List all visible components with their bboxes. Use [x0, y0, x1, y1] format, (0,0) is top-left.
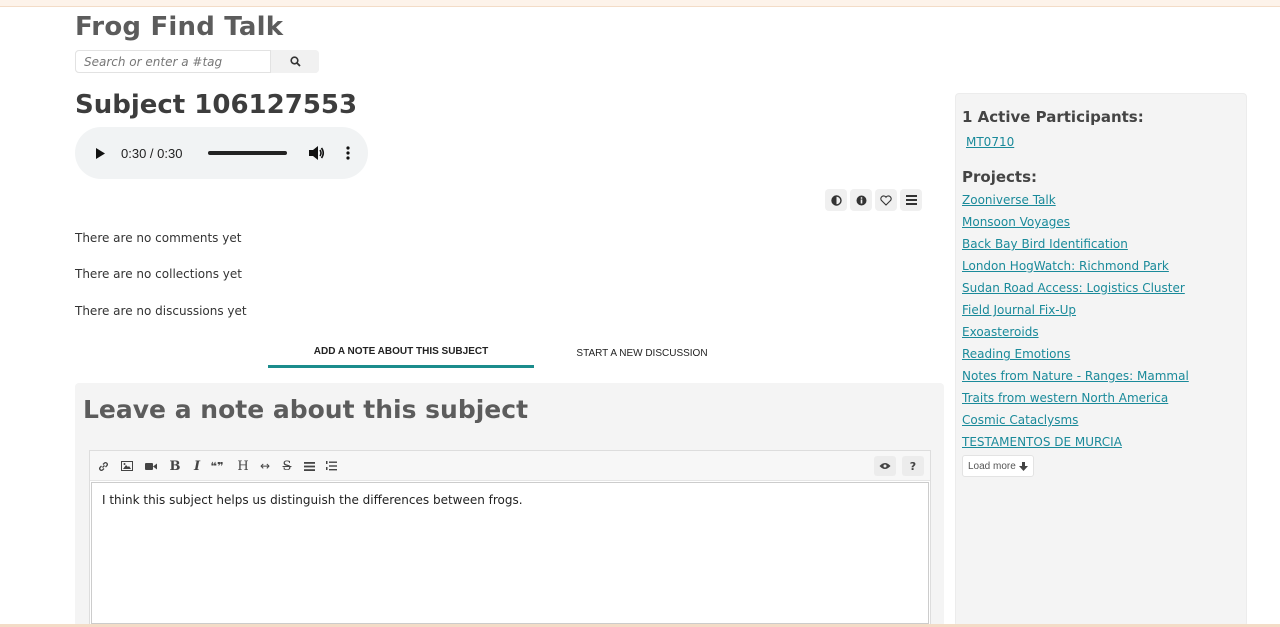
no-collections-message: There are no collections yet	[75, 267, 242, 281]
volume-icon[interactable]	[309, 145, 327, 161]
note-textarea[interactable]: I think this subject helps us distinguis…	[91, 482, 929, 624]
editor-toolbar: B I ❝❞ H ↔ S ?	[90, 451, 930, 481]
search-input[interactable]	[75, 50, 271, 73]
project-link[interactable]: Sudan Road Access: Logistics Cluster	[962, 281, 1185, 295]
sidebar: 1 Active Participants: MT0710 Projects: …	[955, 93, 1247, 627]
no-comments-message: There are no comments yet	[75, 231, 242, 245]
more-options-icon[interactable]	[345, 145, 351, 161]
projects-heading: Projects:	[962, 168, 1037, 186]
tab-add-note[interactable]: ADD A NOTE ABOUT THIS SUBJECT	[268, 338, 534, 368]
heart-icon[interactable]	[875, 189, 897, 211]
project-link[interactable]: Notes from Nature - Ranges: Mammal	[962, 369, 1189, 383]
numbered-list-icon[interactable]	[322, 456, 340, 476]
audio-progress-bar[interactable]	[208, 151, 287, 155]
search-icon	[289, 56, 301, 67]
note-panel: Leave a note about this subject B I ❝❞ H…	[75, 383, 944, 627]
help-icon[interactable]: ?	[902, 456, 924, 476]
quote-icon[interactable]: ❝❞	[208, 456, 226, 476]
project-link[interactable]: London HogWatch: Richmond Park	[962, 259, 1169, 273]
audio-player: 0:30 / 0:30	[75, 127, 368, 179]
participants-heading: 1 Active Participants:	[962, 108, 1144, 126]
project-link[interactable]: Cosmic Cataclysms	[962, 413, 1078, 427]
search-button[interactable]	[271, 50, 319, 73]
contrast-icon[interactable]	[825, 189, 847, 211]
project-link[interactable]: Field Journal Fix-Up	[962, 303, 1076, 317]
no-discussions-message: There are no discussions yet	[75, 304, 247, 318]
project-link[interactable]: Back Bay Bird Identification	[962, 237, 1128, 251]
preview-icon[interactable]	[874, 456, 896, 476]
heading-icon[interactable]: H	[234, 456, 252, 476]
hr-icon[interactable]: ↔	[256, 456, 274, 476]
image-icon[interactable]	[118, 456, 136, 476]
bold-icon[interactable]: B	[166, 456, 184, 476]
video-icon[interactable]	[142, 456, 160, 476]
arrow-down-icon	[1018, 461, 1028, 471]
link-icon[interactable]	[94, 456, 112, 476]
subject-tools	[825, 189, 922, 211]
audio-time: 0:30 / 0:30	[121, 145, 183, 161]
markdown-editor: B I ❝❞ H ↔ S ? I think this subject help…	[89, 450, 931, 627]
participant-link[interactable]: MT0710	[966, 135, 1014, 149]
project-link[interactable]: Reading Emotions	[962, 347, 1070, 361]
tab-new-discussion[interactable]: START A NEW DISCUSSION	[554, 338, 730, 368]
site-title[interactable]: Frog Find Talk	[75, 12, 283, 42]
bullet-list-icon[interactable]	[300, 456, 318, 476]
info-icon[interactable]	[850, 189, 872, 211]
italic-icon[interactable]: I	[188, 456, 206, 476]
project-link[interactable]: TESTAMENTOS DE MURCIA	[962, 435, 1122, 449]
project-link[interactable]: Monsoon Voyages	[962, 215, 1070, 229]
note-tabs: ADD A NOTE ABOUT THIS SUBJECT START A NE…	[268, 338, 758, 370]
load-more-label: Load more	[968, 460, 1016, 472]
search-bar	[75, 50, 319, 73]
project-link[interactable]: Exoasteroids	[962, 325, 1039, 339]
play-icon[interactable]	[95, 146, 109, 160]
strikethrough-icon[interactable]: S	[278, 456, 296, 476]
project-link[interactable]: Zooniverse Talk	[962, 193, 1056, 207]
load-more-button[interactable]: Load more	[962, 455, 1034, 477]
note-title: Leave a note about this subject	[83, 395, 529, 424]
project-link[interactable]: Traits from western North America	[962, 391, 1168, 405]
top-border	[0, 0, 1280, 7]
list-icon[interactable]	[900, 189, 922, 211]
subject-title: Subject 106127553	[75, 90, 358, 120]
